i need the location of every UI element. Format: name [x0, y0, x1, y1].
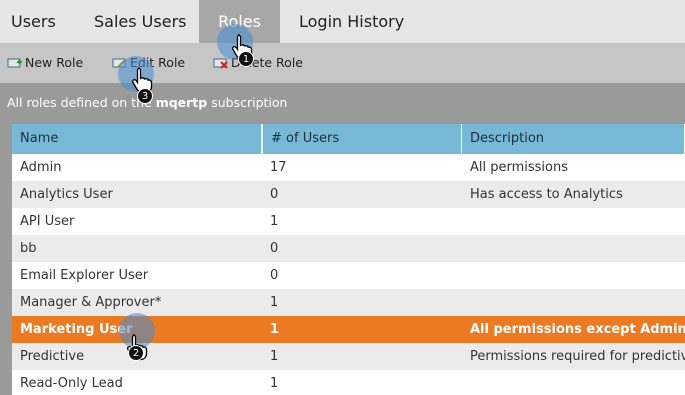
table-row[interactable]: Predictive 1 Permissions required for pred… — [12, 343, 685, 370]
user-count-cell: 1 — [270, 322, 280, 337]
description-cell: Permissions required for predictive — [470, 349, 685, 364]
toolbar: New Role Edit Role Delete Role — [0, 43, 685, 83]
description-cell — [462, 370, 685, 395]
tab-users[interactable]: Users — [11, 0, 56, 43]
description-cell: All permissions — [470, 160, 569, 175]
role-name-cell: Analytics User — [20, 187, 113, 202]
description-cell — [462, 235, 685, 262]
new-role-button[interactable]: New Role — [7, 43, 97, 83]
new-role-label: New Role — [25, 55, 84, 70]
table-row[interactable]: Email Explorer User 0 — [12, 262, 685, 289]
table-row[interactable]: Read-Only Lead 1 — [12, 370, 685, 395]
roles-table: Name # of Users Description Admin 17 All p… — [12, 123, 685, 395]
callout-badge-1: 1 — [238, 51, 254, 67]
instance-name: mqertp — [155, 95, 208, 110]
col-users-header[interactable]: # of Users — [262, 124, 462, 154]
description-cell: Has access to Analytics — [470, 187, 623, 202]
user-count-cell: 17 — [270, 160, 287, 175]
table-row[interactable]: Admin 17 All permissions — [12, 154, 685, 181]
new-role-icon — [7, 58, 22, 68]
user-count-cell: 1 — [270, 376, 279, 391]
role-name-cell: Manager & Approver* — [20, 295, 162, 310]
description-cell: All permissions except Admin — [470, 322, 685, 337]
table-header: Name # of Users Description — [12, 123, 685, 154]
tab-login-history[interactable]: Login History — [299, 0, 404, 43]
table-row[interactable]: Analytics User 0 Has access to Analytics — [12, 181, 685, 208]
table-row[interactable]: Manager & Approver* 1 — [12, 289, 685, 316]
role-name-cell: Read-Only Lead — [20, 376, 123, 391]
table-row[interactable]: API User 1 — [12, 208, 685, 235]
roles-info-bar: All roles defined on the mqertp subscrip… — [0, 83, 685, 123]
col-description-header[interactable]: Description — [462, 124, 685, 154]
user-count-cell: 1 — [270, 295, 279, 310]
user-count-cell: 0 — [270, 187, 279, 202]
user-count-cell: 0 — [270, 268, 279, 283]
description-cell — [462, 262, 685, 289]
description-cell — [462, 208, 685, 235]
user-count-cell: 1 — [270, 349, 279, 364]
col-name-header[interactable]: Name — [12, 124, 262, 154]
role-name-cell: API User — [20, 214, 75, 229]
callout-badge-2: 2 — [128, 345, 144, 361]
table-row[interactable]: Marketing User 1 All permissions except Ad… — [12, 316, 685, 343]
tab-bar: Users Sales Users Roles Login History — [0, 0, 685, 43]
info-suffix: subscription — [207, 95, 288, 110]
role-name-cell: bb — [20, 241, 37, 256]
description-cell — [462, 289, 685, 316]
role-name-cell: Admin — [20, 160, 62, 175]
table-row[interactable]: bb 0 — [12, 235, 685, 262]
role-name-cell: Email Explorer User — [20, 268, 149, 283]
user-count-cell: 1 — [270, 214, 279, 229]
tab-sales-users[interactable]: Sales Users — [94, 0, 186, 43]
callout-badge-3: 3 — [137, 88, 153, 104]
info-prefix: All roles defined on the — [7, 95, 156, 110]
user-count-cell: 0 — [270, 241, 279, 256]
table-body: Admin 17 All permissions Analytics User 0 Has… — [12, 154, 685, 395]
